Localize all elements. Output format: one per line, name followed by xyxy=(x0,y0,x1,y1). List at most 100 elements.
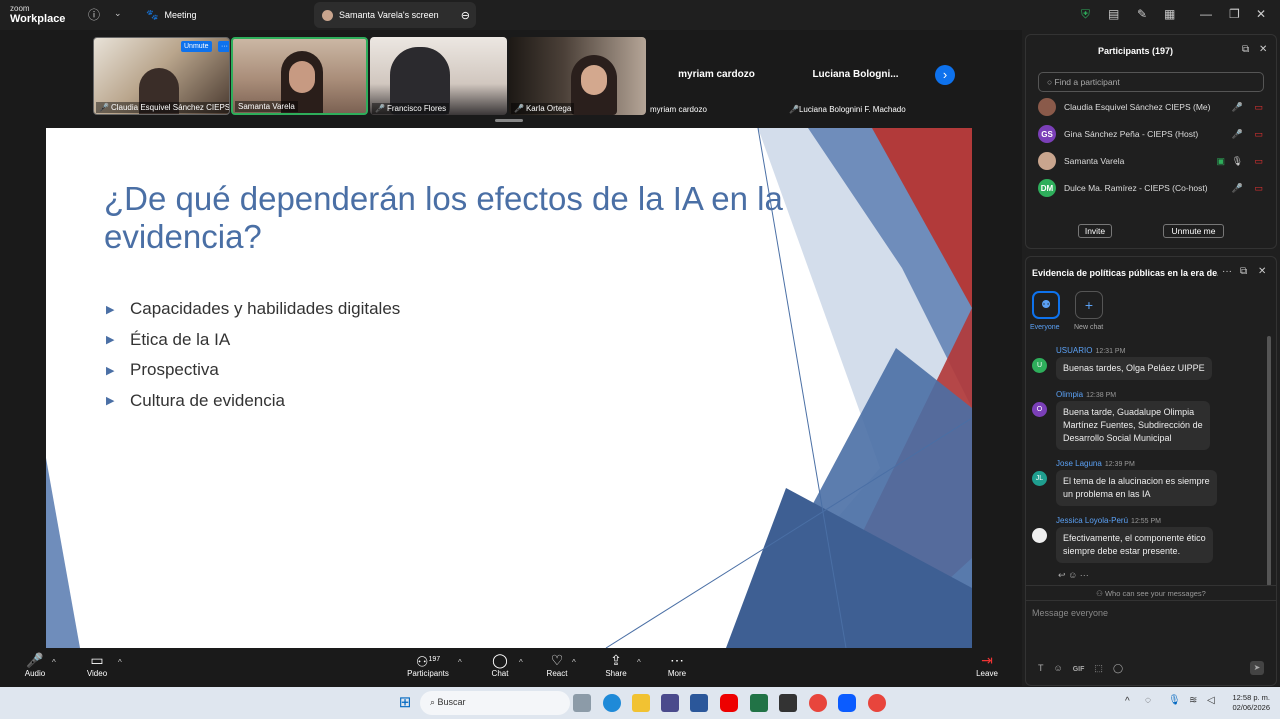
chat-bubble-icon[interactable]: ◯ xyxy=(1113,663,1123,673)
chat-scrollbar[interactable] xyxy=(1267,336,1271,586)
edge-icon[interactable] xyxy=(603,694,621,712)
more-icon[interactable]: ⊖ xyxy=(461,9,470,22)
screenshot-icon[interactable]: ⬚ xyxy=(1094,663,1103,673)
participant-search-input[interactable]: ○ Find a participant xyxy=(1038,72,1264,92)
participants-button[interactable]: ⚇197 Participants xyxy=(404,651,452,678)
group-icon: ⚉ xyxy=(1041,299,1051,311)
store-icon[interactable] xyxy=(661,694,679,712)
more-button[interactable]: ··· xyxy=(218,41,229,52)
close-icon[interactable]: ✕ xyxy=(1256,7,1266,21)
participants-options-caret[interactable]: ^ xyxy=(458,658,462,667)
plus-icon: + xyxy=(1084,297,1094,313)
react-button[interactable]: ♡ React xyxy=(544,651,570,678)
message-actions[interactable]: ↩ ☺ ··· xyxy=(1058,570,1089,581)
video-button[interactable]: ▭ Video xyxy=(84,651,110,678)
format-text-icon[interactable]: T xyxy=(1038,663,1044,673)
popout-icon[interactable]: ⧉ xyxy=(1242,44,1249,55)
avatar: DM xyxy=(1038,179,1056,197)
tab-meeting[interactable]: 🐾 Meeting xyxy=(138,2,204,28)
taskbar-clock[interactable]: 12:58 p. m. 02/06/2026 xyxy=(1222,693,1270,713)
task-view-icon[interactable] xyxy=(573,694,591,712)
notes-icon[interactable]: ▤ xyxy=(1108,7,1119,21)
info-icon[interactable]: ⓘ xyxy=(88,6,100,23)
popout-icon[interactable]: ⧉ xyxy=(1240,266,1247,277)
new-chat-button[interactable]: + xyxy=(1075,291,1103,319)
video-tile[interactable]: Luciana Bologni... 🎤Luciana Bolognini F.… xyxy=(787,37,924,115)
close-icon[interactable]: ✕ xyxy=(1258,266,1266,277)
unmute-me-button[interactable]: Unmute me xyxy=(1163,224,1224,238)
video-tile[interactable]: myriam cardozo myriam cardozo xyxy=(648,37,785,115)
brand-big: Workplace xyxy=(10,13,66,25)
restore-icon[interactable]: ❐ xyxy=(1229,7,1240,21)
emoji-icon[interactable]: ☺ xyxy=(1068,570,1077,580)
apps-icon[interactable]: ▦ xyxy=(1164,7,1175,21)
taskbar-search-input[interactable]: ⌕ Buscar xyxy=(420,691,570,715)
participant-row[interactable]: Claudia Esquivel Sánchez CIEPS (Me) 🎤 ▭ xyxy=(1038,96,1263,118)
video-tile[interactable]: 🎤 Francisco Flores xyxy=(370,37,507,115)
zoom-app-icon[interactable] xyxy=(838,694,856,712)
mic-muted-icon: 🎤 xyxy=(99,103,109,112)
slide-bullet: ▶ Ética de la IA xyxy=(106,329,231,349)
wifi-icon[interactable]: ≋ xyxy=(1189,695,1197,706)
volume-icon[interactable]: ◁ xyxy=(1207,695,1215,706)
chevron-down-icon[interactable]: ⌄ xyxy=(114,8,122,19)
chat-icon: ◯ xyxy=(492,652,508,668)
chat-button[interactable]: ◯ Chat xyxy=(488,651,512,678)
network-icon[interactable]: ◌ xyxy=(1145,695,1151,706)
excel-icon[interactable] xyxy=(750,694,768,712)
video-off-icon: ▭ xyxy=(1254,182,1263,193)
chat-options-caret[interactable]: ^ xyxy=(519,658,523,667)
minimize-icon[interactable]: — xyxy=(1200,7,1212,21)
leave-button[interactable]: ⇥ Leave xyxy=(974,651,1000,678)
screen-share-icon: ▣ xyxy=(1216,155,1225,166)
gif-button[interactable]: GIF xyxy=(1073,666,1085,673)
participant-row[interactable]: DM Dulce Ma. Ramírez - CIEPS (Co-host) 🎤… xyxy=(1038,177,1263,199)
next-page-button[interactable]: › xyxy=(935,65,955,85)
more-icon[interactable]: ··· xyxy=(1222,266,1232,277)
chrome-icon[interactable] xyxy=(868,694,886,712)
participant-row[interactable]: Samanta Varela ▣ 🎙 ▭ xyxy=(1038,150,1263,172)
chat-message-input[interactable]: Message everyone xyxy=(1032,608,1268,658)
bullet-icon: ▶ xyxy=(106,334,115,347)
video-tile[interactable]: Unmute ··· 🎤 Claudia Esquivel Sánchez CIE… xyxy=(93,37,230,115)
avatar: GS xyxy=(1038,125,1056,143)
video-options-caret[interactable]: ^ xyxy=(118,658,122,667)
tray-chevron-icon[interactable]: ^ xyxy=(1125,696,1130,707)
close-icon[interactable]: ✕ xyxy=(1259,44,1267,55)
message-visibility-link[interactable]: ⚇ Who can see your messages? xyxy=(1026,585,1276,601)
youtube-icon[interactable] xyxy=(720,694,738,712)
share-options-caret[interactable]: ^ xyxy=(637,658,641,667)
windows-start-icon[interactable]: ⊞ xyxy=(396,694,414,712)
unmute-button[interactable]: Unmute xyxy=(181,41,212,52)
pencil-icon[interactable]: ✎ xyxy=(1137,7,1147,21)
video-tile[interactable]: 🎤 Karla Ortega xyxy=(509,37,646,115)
tab-shared-screen[interactable]: Samanta Varela's screen ⊖ xyxy=(314,2,476,28)
clock-time: 12:58 p. m. xyxy=(1232,693,1270,702)
audio-options-caret[interactable]: ^ xyxy=(52,658,56,667)
strip-resize-handle[interactable] xyxy=(495,119,523,122)
video-tile[interactable]: Samanta Varela xyxy=(231,37,368,115)
tile-name: Samanta Varela xyxy=(235,101,298,112)
participants-title: Participants (197) xyxy=(1098,46,1174,56)
file-explorer-icon[interactable] xyxy=(632,694,650,712)
reply-icon[interactable]: ↩ xyxy=(1058,570,1066,580)
chrome-icon[interactable] xyxy=(809,694,827,712)
notes-app-icon[interactable] xyxy=(779,694,797,712)
everyone-chat-button[interactable]: ⚉ xyxy=(1032,291,1060,319)
shield-icon[interactable]: ⛨ xyxy=(1081,7,1090,22)
more-button[interactable]: ⋯ More xyxy=(664,651,690,678)
react-options-caret[interactable]: ^ xyxy=(572,658,576,667)
participant-row[interactable]: GS Gina Sánchez Peña - CIEPS (Host) 🎤 ▭ xyxy=(1038,123,1263,145)
mic-icon[interactable]: 🎙 xyxy=(1168,695,1181,706)
send-button[interactable]: ➤ xyxy=(1250,661,1264,675)
invite-button[interactable]: Invite xyxy=(1078,224,1112,238)
video-camera-icon: ▭ xyxy=(90,652,104,668)
emoji-icon[interactable]: ☺ xyxy=(1054,663,1063,673)
word-icon[interactable] xyxy=(690,694,708,712)
everyone-label: Everyone xyxy=(1030,324,1060,331)
share-button[interactable]: ⇪ Share xyxy=(603,651,629,678)
audio-button[interactable]: 🎤 Audio xyxy=(22,651,48,678)
more-icon[interactable]: ··· xyxy=(1080,570,1089,580)
video-off-icon: ▭ xyxy=(1254,101,1263,112)
share-screen-icon: ⇪ xyxy=(610,652,622,668)
